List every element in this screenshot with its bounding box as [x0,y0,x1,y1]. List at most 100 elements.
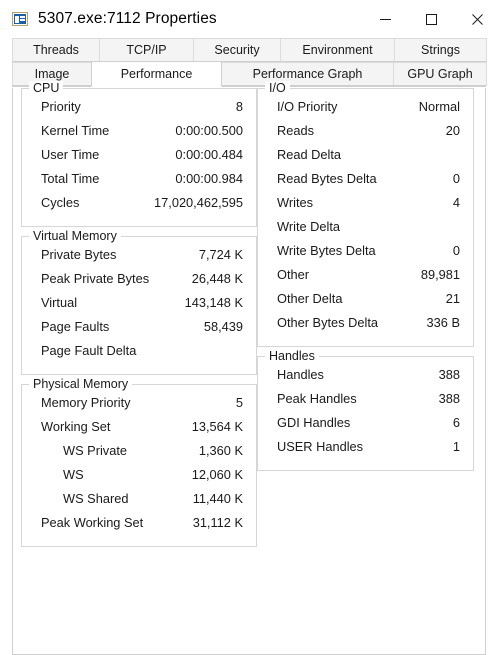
tab-tcpip[interactable]: TCP/IP [99,38,194,62]
row-reads-value: 20 [445,123,460,138]
row-total-time-label: Total Time [41,171,100,186]
row-priority: Priority 8 [31,99,247,123]
row-other-delta: Other Delta 21 [267,291,464,315]
group-physical-memory-title: Physical Memory [29,377,133,391]
row-ws-private-label: WS Private [63,443,127,458]
row-private-bytes: Private Bytes 7,724 K [31,247,247,271]
row-page-fault-delta-label: Page Fault Delta [41,343,137,358]
group-io-title: I/O [265,81,290,95]
row-memory-priority-value: 5 [235,395,243,410]
tab-tcpip-label: TCP/IP [126,43,167,57]
row-user-time: User Time 0:00:00.484 [31,147,247,171]
row-ws: WS 12,060 K [31,467,247,491]
row-write-delta: Write Delta [267,219,464,243]
group-handles: Handles Handles 388 Peak Handles 388 GDI… [257,349,474,471]
row-write-bytes-delta-value: 0 [452,243,460,258]
row-handles: Handles 388 [267,367,464,391]
properties-window: 5307.exe:7112 Properties Threads TCP/IP … [0,0,500,655]
row-working-set-value: 13,564 K [191,419,243,434]
minimize-icon [379,18,391,20]
tab-threads[interactable]: Threads [12,38,100,62]
row-other-label: Other [277,267,310,282]
tab-performance-label: Performance [120,67,193,81]
tab-underline [12,86,486,87]
row-write-bytes-delta-label: Write Bytes Delta [277,243,376,258]
row-user-handles-value: 1 [452,439,460,454]
row-read-bytes-delta-value: 0 [452,171,460,186]
row-io-priority-label: I/O Priority [277,99,338,114]
row-ws-shared-value: 11,440 K [192,491,243,506]
row-writes-label: Writes [277,195,314,210]
minimize-button[interactable] [362,0,408,38]
tab-performance[interactable]: Performance [91,61,222,87]
tab-strip: Threads TCP/IP Security Environment Stri… [0,38,500,88]
maximize-button[interactable] [408,0,454,38]
row-writes-value: 4 [452,195,460,210]
tab-strings-label: Strings [421,43,460,57]
close-button[interactable] [454,0,500,38]
row-ws-shared-label: WS Shared [63,491,129,506]
row-reads: Reads 20 [267,123,464,147]
row-reads-label: Reads [277,123,314,138]
group-cpu-title: CPU [29,81,64,95]
row-peak-working-set-label: Peak Working Set [41,515,144,530]
row-virtual: Virtual 143,148 K [31,295,247,319]
group-handles-title: Handles [265,349,319,363]
row-write-bytes-delta: Write Bytes Delta 0 [267,243,464,267]
row-total-time: Total Time 0:00:00.984 [31,171,247,195]
tab-gpu-graph[interactable]: GPU Graph [393,62,487,86]
row-cycles: Cycles 17,020,462,595 [31,195,247,219]
process-properties-icon [12,12,28,26]
row-page-fault-delta: Page Fault Delta [31,343,247,367]
tab-performance-graph-label: Performance Graph [252,67,363,81]
row-user-time-label: User Time [41,147,100,162]
tab-security-label: Security [214,43,260,57]
tab-security[interactable]: Security [193,38,281,62]
group-virtual-memory: Virtual Memory Private Bytes 7,724 K Pea… [21,229,257,375]
right-column: I/O I/O Priority Normal Reads 20 Read De… [257,81,474,480]
row-peak-handles-label: Peak Handles [277,391,357,406]
row-kernel-time: Kernel Time 0:00:00.500 [31,123,247,147]
row-ws-value: 12,060 K [191,467,243,482]
row-working-set: Working Set 13,564 K [31,419,247,443]
row-kernel-time-value: 0:00:00.500 [175,123,243,138]
row-memory-priority: Memory Priority 5 [31,395,247,419]
row-peak-handles-value: 388 [438,391,460,406]
row-io-priority: I/O Priority Normal [267,99,464,123]
tab-strings[interactable]: Strings [394,38,487,62]
row-kernel-time-label: Kernel Time [41,123,110,138]
row-other-delta-value: 21 [445,291,460,306]
tab-image-label: Image [34,67,70,81]
row-write-delta-label: Write Delta [277,219,341,234]
row-other-bytes-delta-label: Other Bytes Delta [277,315,378,330]
tab-row-bottom: Image Performance Performance Graph GPU … [12,61,487,87]
row-other-value: 89,981 [420,267,460,282]
row-user-handles: USER Handles 1 [267,439,464,463]
tab-threads-label: Threads [33,43,79,57]
row-gdi-handles-label: GDI Handles [277,415,351,430]
row-working-set-label: Working Set [41,419,111,434]
row-read-bytes-delta-label: Read Bytes Delta [277,171,377,186]
row-virtual-label: Virtual [41,295,78,310]
row-page-faults-value: 58,439 [203,319,243,334]
row-gdi-handles: GDI Handles 6 [267,415,464,439]
window-title: 5307.exe:7112 Properties [38,10,217,27]
row-gdi-handles-value: 6 [452,415,460,430]
row-user-handles-label: USER Handles [277,439,364,454]
row-priority-label: Priority [41,99,81,114]
tab-row-top: Threads TCP/IP Security Environment Stri… [12,38,487,62]
row-peak-handles: Peak Handles 388 [267,391,464,415]
row-ws-label: WS [63,467,84,482]
row-read-delta-label: Read Delta [277,147,342,162]
row-cycles-value: 17,020,462,595 [154,195,243,210]
row-peak-private-bytes-value: 26,448 K [191,271,243,286]
row-other: Other 89,981 [267,267,464,291]
row-ws-private: WS Private 1,360 K [31,443,247,467]
tab-performance-graph[interactable]: Performance Graph [221,62,394,86]
row-peak-working-set-value: 31,112 K [192,515,243,530]
close-icon [471,13,483,25]
row-user-time-value: 0:00:00.484 [175,147,243,162]
tab-environment[interactable]: Environment [280,38,395,62]
row-handles-label: Handles [277,367,324,382]
row-io-priority-value: Normal [418,99,460,114]
